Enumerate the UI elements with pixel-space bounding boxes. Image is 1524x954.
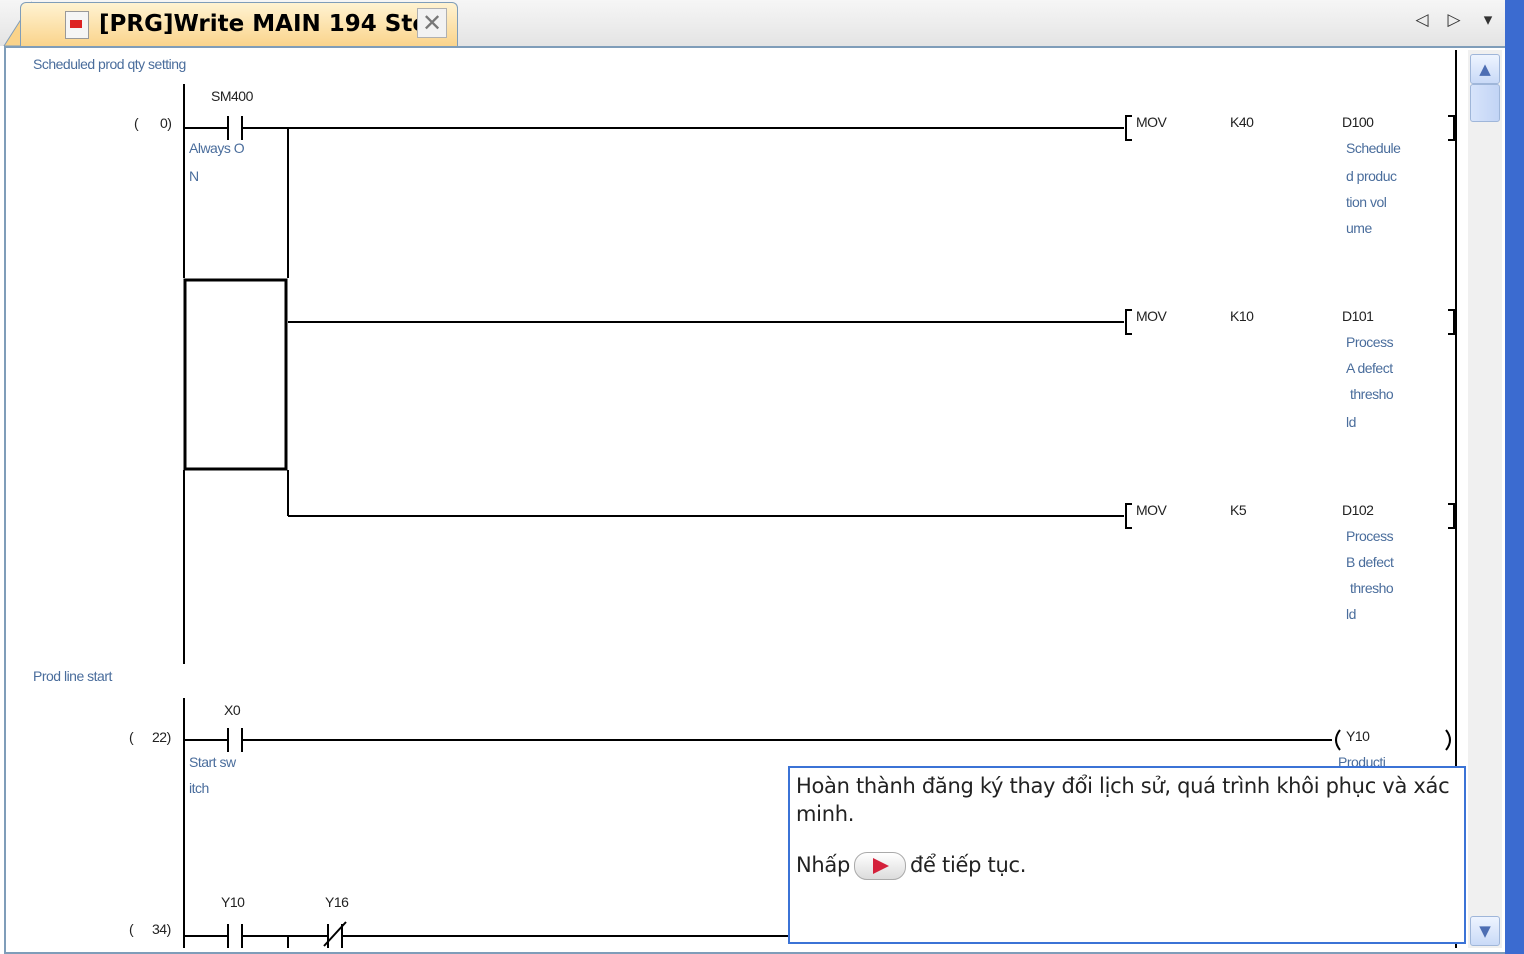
scroll-thumb[interactable]: [1470, 84, 1500, 122]
device-comment: thresho: [1350, 386, 1394, 402]
device-comment: ld: [1346, 414, 1356, 430]
device-comment: Process: [1346, 528, 1394, 544]
instruction-src: K40: [1230, 114, 1254, 130]
vertical-scrollbar[interactable]: ▲ ▼: [1468, 50, 1502, 948]
device-comment: d produc: [1346, 168, 1397, 184]
instruction-op: MOV: [1136, 114, 1167, 130]
popup-message: Hoàn thành đăng ký thay đổi lịch sử, quá…: [796, 774, 1450, 826]
instruction-src: K5: [1230, 502, 1247, 518]
step-number-open: (: [129, 921, 134, 937]
step-number: 22): [152, 729, 171, 745]
device-comment: A defect: [1346, 360, 1393, 376]
popup-hint: Nhấp để tiếp tục.: [796, 852, 1026, 880]
device-comment: itch: [189, 780, 209, 796]
coil-device-label: Y10: [1346, 728, 1370, 744]
device-comment: B defect: [1346, 554, 1394, 570]
cursor-selection-box[interactable]: [183, 278, 288, 471]
instruction-bracket-close: [1448, 115, 1455, 141]
continue-play-button[interactable]: [854, 852, 907, 880]
instruction-op: MOV: [1136, 308, 1167, 324]
step-number: 34): [152, 921, 171, 937]
step-number-open: (: [134, 115, 139, 131]
instruction-dst: D102: [1342, 502, 1374, 518]
rung-comment: Prod line start: [33, 668, 112, 684]
device-comment: ld: [1346, 606, 1356, 622]
device-label: X0: [224, 702, 241, 718]
device-comment: tion vol: [1346, 194, 1387, 210]
device-comment: N: [189, 168, 199, 184]
scroll-down-icon[interactable]: ▼: [1470, 916, 1500, 946]
tutorial-popup: Hoàn thành đăng ký thay đổi lịch sử, quá…: [788, 766, 1466, 944]
device-comment: ume: [1346, 220, 1372, 236]
instruction-dst: D101: [1342, 308, 1374, 324]
scroll-up-icon[interactable]: ▲: [1470, 54, 1500, 84]
rung-comment: Scheduled prod qty setting: [33, 56, 186, 72]
step-number: 0): [160, 115, 172, 131]
device-label: Y16: [325, 894, 349, 910]
device-comment: Always O: [189, 140, 245, 156]
popup-hint-suffix: để tiếp tục.: [910, 853, 1027, 877]
device-comment: Start sw: [189, 754, 236, 770]
device-label: SM400: [211, 88, 253, 104]
popup-hint-prefix: Nhấp: [796, 853, 851, 877]
device-comment: Schedule: [1346, 140, 1401, 156]
instruction-op: MOV: [1136, 502, 1167, 518]
instruction-dst: D100: [1342, 114, 1374, 130]
device-label: Y10: [221, 894, 245, 910]
device-comment: Process: [1346, 334, 1394, 350]
instruction-bracket-open: [1125, 115, 1132, 141]
coil-y10[interactable]: [1335, 729, 1341, 751]
step-number-open: (: [129, 729, 134, 745]
device-comment: Producti: [1338, 754, 1386, 766]
instruction-src: K10: [1230, 308, 1254, 324]
device-comment: thresho: [1350, 580, 1394, 596]
